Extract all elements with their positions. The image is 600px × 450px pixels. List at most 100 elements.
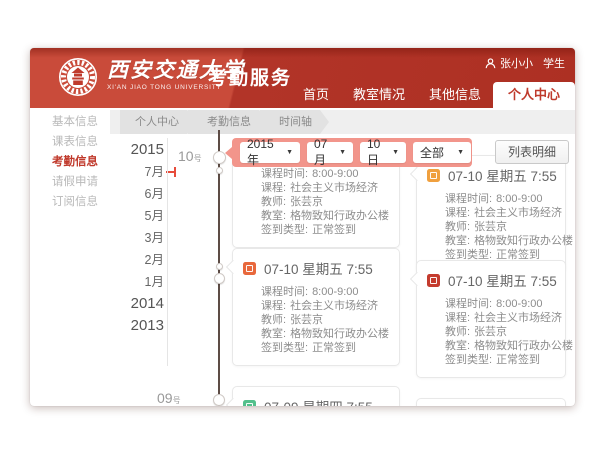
card-detail-line: 教师:张芸京 [445,220,555,234]
detail-value: 张芸京 [474,326,507,338]
timeline-node[interactable] [214,273,225,284]
attendance-card[interactable]: 07-10 星期五 7:55 课程时间:8:00-9:00课程:社会主义市场经济… [416,260,566,378]
attendance-card[interactable]: 07-10 星期五 7:55 课程时间: 8:00-9:00课程:社会主义市场经济… [232,248,400,366]
card-detail-line: 签到类型: 正常签到 [445,353,555,367]
scale-june[interactable]: 6月 [96,183,164,205]
detail-value: 社会主义市场经济 [474,207,562,219]
detail-value: 8:00-9:00 [312,286,358,298]
month-dropdown[interactable]: 07月▼ [307,142,353,163]
timeline-node[interactable] [216,167,223,174]
detail-value: 社会主义市场经济 [290,182,378,194]
card-title: 07-10 星期五 7:55 [264,258,373,278]
card-header: 07-09 星期四 7:55 [233,387,399,406]
user-info[interactable]: 张小小 学生 [485,55,565,71]
day-suffix: 号 [194,154,202,163]
scale-july[interactable]: 7月 [96,161,164,183]
card-detail-line: 签到类型: 正常签到 [261,223,389,237]
timeline-node[interactable] [213,151,226,164]
detail-value: 张芸京 [290,314,323,326]
detail-label: 教室: [261,210,286,222]
breadcrumb: 个人中心 考勤信息 时间轴 [110,110,575,134]
detail-label: 课程时间: [261,286,308,298]
detail-value: 格物致知行政办公楼 [290,210,389,222]
sidebar-item-basic-info[interactable]: 基本信息 [30,112,110,132]
detail-label: 课程: [261,182,286,194]
detail-value: 8:00-9:00 [496,298,542,310]
attendance-card-partial[interactable] [416,398,566,406]
nav-other-info[interactable]: 其他信息 [417,82,493,108]
card-detail-line: 签到类型:正常签到 [261,341,389,355]
card-detail-line: 教室: 格物致知行政办公楼 [261,209,389,223]
day-label-09: 09号 [157,390,181,406]
card-detail-line: 教师:张芸京 [261,195,389,209]
timeline-node[interactable] [216,263,223,270]
scale-2015[interactable]: 2015 [96,139,164,161]
month-dropdown-value: 07月 [314,137,333,168]
detail-value: 正常签到 [496,354,540,366]
detail-value: 格物致知行政办公楼 [290,328,389,340]
category-dropdown[interactable]: 全部▼ [413,142,471,163]
detail-label: 课程时间: [445,193,492,205]
scale-may[interactable]: 5月 [96,205,164,227]
card-detail-line: 教师:张芸京 [261,313,389,327]
chevron-down-icon: ▼ [392,149,399,156]
attendance-type-icon [427,169,440,182]
breadcrumb-personal-center[interactable]: 个人中心 [120,110,196,134]
detail-label: 签到类型: [261,224,308,236]
scale-february[interactable]: 2月 [96,249,164,271]
scale-2013[interactable]: 2013 [96,315,164,337]
detail-value: 正常签到 [312,342,356,354]
nav-personal-center[interactable]: 个人中心 [493,82,575,108]
detail-value: 正常签到 [312,224,356,236]
breadcrumb-attendance-info[interactable]: 考勤信息 [188,110,268,134]
app-header: 西安交通大学 XI'AN JIAO TONG UNIVERSITY 考勤服务 张… [30,48,575,108]
day-label-10: 10号 [178,148,202,164]
detail-value: 8:00-9:00 [496,193,542,205]
page: 西安交通大学 XI'AN JIAO TONG UNIVERSITY 考勤服务 张… [0,0,600,450]
attendance-card[interactable]: 07-09 星期四 7:55 [232,386,400,406]
card-detail-line: 课程: 社会主义市场经济 [261,181,389,195]
card-detail-line: 教室:格物致知行政办公楼 [445,339,555,353]
detail-value: 社会主义市场经济 [474,312,562,324]
card-header: 07-10 星期五 7:55 [233,249,399,282]
card-detail-line: 课程时间: 8:00-9:00 [445,192,555,206]
university-emblem-icon [58,57,98,97]
year-dropdown-value: 2015年 [247,137,280,168]
list-detail-button[interactable]: 列表明细 [495,140,569,164]
scale-separator [167,138,168,366]
card-detail-line: 课程:社会主义市场经济 [261,299,389,313]
card-detail-line: 课程时间: 8:00-9:00 [261,285,389,299]
scale-march[interactable]: 3月 [96,227,164,249]
detail-label: 教室: [445,235,470,247]
timeline-node[interactable] [213,394,225,406]
attendance-card[interactable]: 07-10 星期五 7:55 课程时间:8:00-9:00课程:社会主义市场经济… [416,155,566,273]
detail-value: 社会主义市场经济 [290,300,378,312]
detail-value: 张芸京 [474,221,507,233]
detail-value: 格物致知行政办公楼 [474,340,573,352]
detail-value: 格物致知行政办公楼 [474,235,573,247]
category-dropdown-value: 全部 [420,144,444,161]
detail-label: 课程: [445,312,470,324]
detail-label: 课程时间: [445,298,492,310]
detail-label: 教师: [445,326,470,338]
scale-2014[interactable]: 2014 [96,293,164,315]
card-detail-line: 课程时间:8:00-9:00 [261,167,389,181]
detail-label: 教室: [261,328,286,340]
attendance-type-icon [243,262,256,275]
chevron-down-icon: ▼ [286,149,293,156]
card-detail-line: 课程:社会主义市场经济 [445,311,555,325]
nav-home[interactable]: 首页 [291,82,341,108]
year-dropdown[interactable]: 2015年▼ [240,142,300,163]
breadcrumb-timeline[interactable]: 时间轴 [260,110,329,134]
scale-july-label: 7月 [145,165,164,179]
main-nav: 首页 教室情况 其他信息 个人中心 [291,82,575,108]
card-detail-line: 教室:格物致知行政办公楼 [445,234,555,248]
detail-label: 签到类型: [445,354,492,366]
detail-label: 课程时间: [261,168,308,180]
day-number: 09 [157,390,173,406]
day-dropdown[interactable]: 10日▼ [360,142,406,163]
detail-label: 课程: [445,207,470,219]
scale-january[interactable]: 1月 [96,271,164,293]
day-suffix: 号 [173,396,181,405]
nav-classrooms[interactable]: 教室情况 [341,82,417,108]
